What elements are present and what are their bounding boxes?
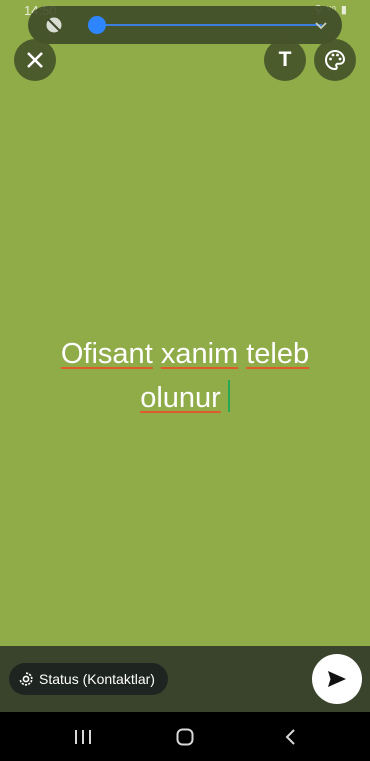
recents-icon[interactable]: [72, 729, 94, 745]
caption-word: olunur: [140, 382, 221, 414]
status-text-caption[interactable]: Ofisant xanim teleb olunur: [0, 332, 370, 420]
bottom-bar: Status (Kontaktlar): [0, 646, 370, 712]
background-color-button[interactable]: [314, 39, 356, 81]
palette-icon: [325, 49, 346, 71]
chevron-down-icon[interactable]: [313, 18, 329, 34]
caption-word: teleb: [246, 338, 310, 370]
caption-line-1: Ofisant xanim teleb: [0, 332, 370, 376]
text-style-button[interactable]: T: [264, 39, 306, 81]
brightness-slider-thumb[interactable]: [88, 16, 107, 34]
caption-word: Ofisant: [60, 338, 153, 370]
text-style-label: T: [278, 48, 292, 71]
system-nav-bar: [0, 712, 370, 761]
brightness-slider-track[interactable]: [90, 24, 322, 26]
send-icon: [328, 671, 346, 687]
close-icon: [27, 52, 43, 68]
home-icon[interactable]: [176, 728, 194, 746]
send-button[interactable]: [312, 654, 362, 704]
caption-word: xanim: [160, 338, 239, 370]
text-caret: [227, 380, 230, 412]
status-audience-label: Status (Kontaktlar): [39, 671, 155, 687]
status-audience-button[interactable]: Status (Kontaktlar): [9, 663, 168, 695]
auto-brightness-off-icon[interactable]: [45, 16, 63, 34]
back-icon[interactable]: [283, 729, 299, 745]
close-button[interactable]: [14, 39, 56, 81]
brightness-panel: [28, 6, 342, 44]
caption-line-2: olunur: [0, 376, 370, 420]
status-icon: [19, 672, 33, 686]
